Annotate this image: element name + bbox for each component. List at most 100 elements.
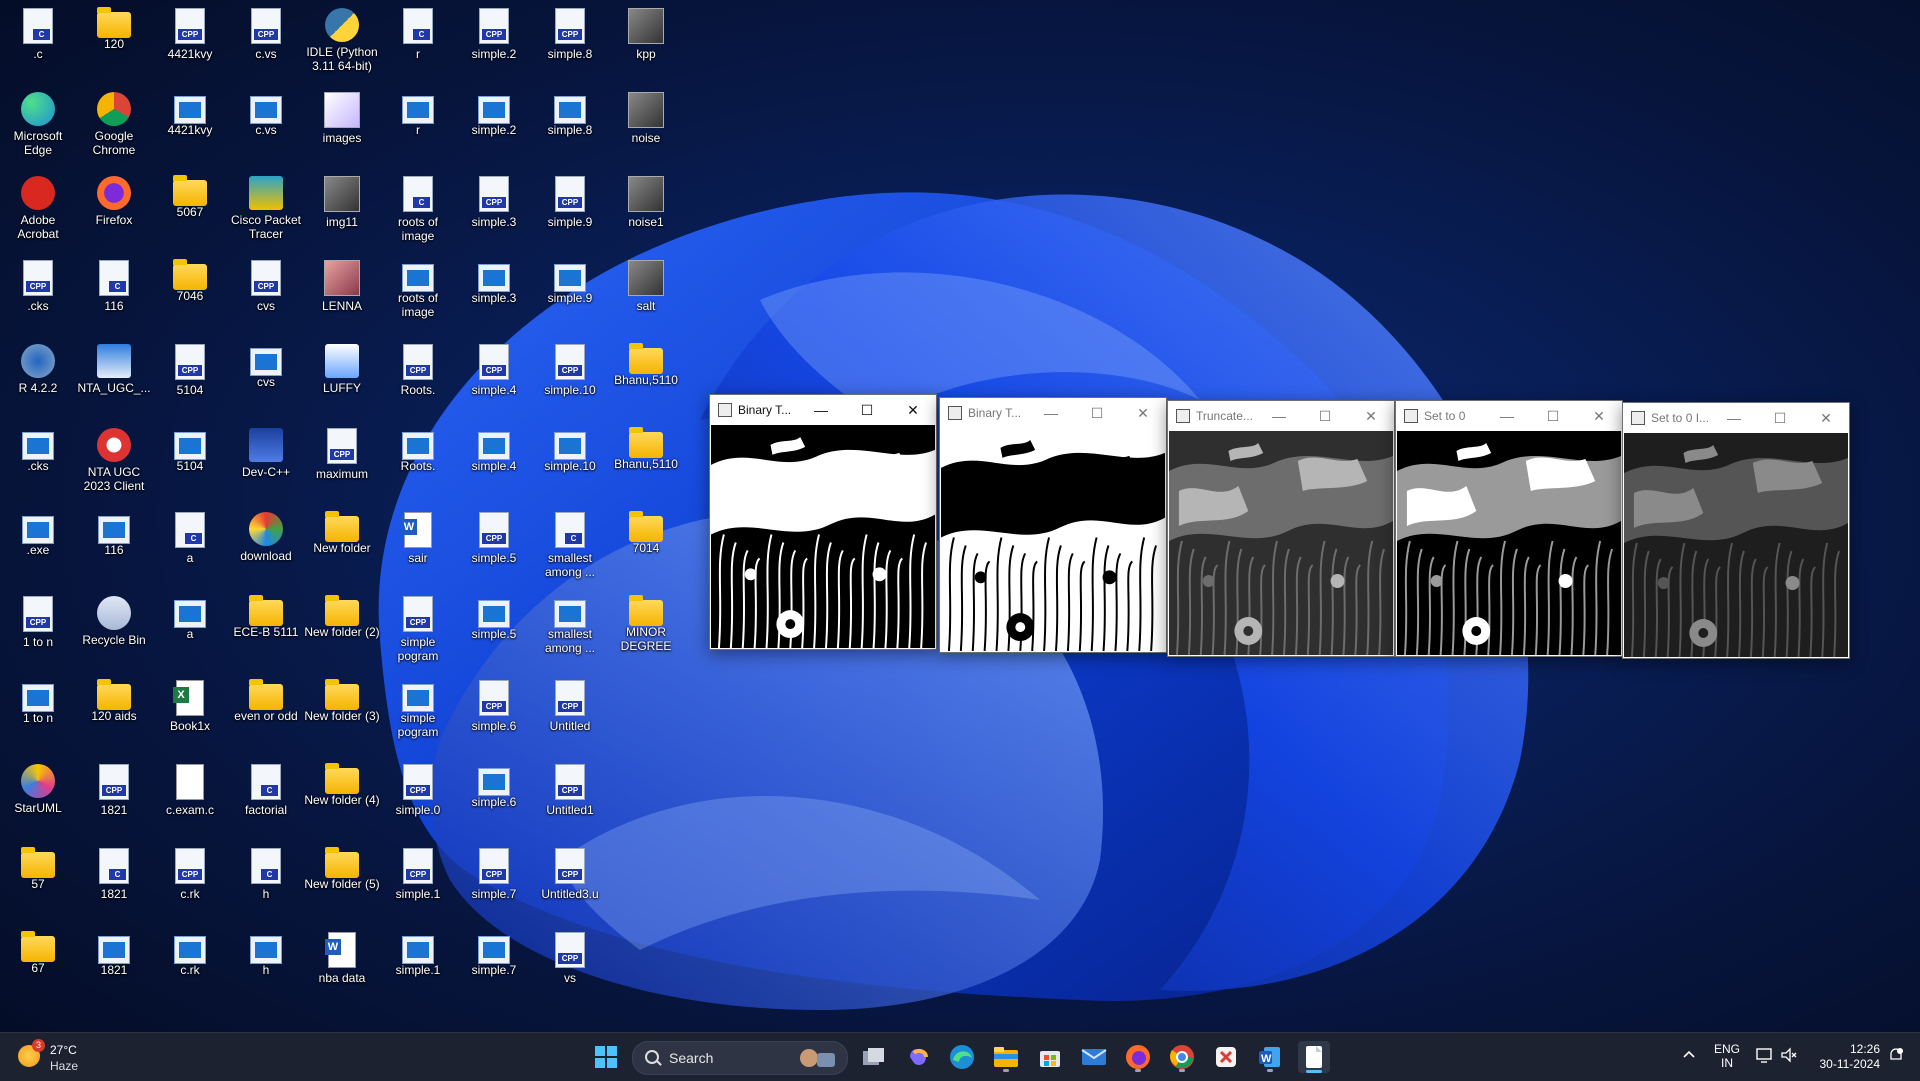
window-titlebar[interactable]: Binary T... — ☐ ✕ <box>710 395 936 425</box>
minimize-button[interactable]: — <box>1256 401 1302 431</box>
desktop-icon-folder[interactable]: Bhanu,5110 <box>608 424 684 508</box>
desktop-icon-exe[interactable]: Roots. <box>380 424 456 508</box>
desktop-icon-cpp[interactable]: vs <box>532 928 608 1012</box>
minimize-button[interactable]: — <box>798 395 844 425</box>
desktop-icon-exe[interactable]: simple.9 <box>532 256 608 340</box>
minimize-button[interactable]: — <box>1711 403 1757 433</box>
copilot-button[interactable] <box>902 1041 934 1073</box>
desktop-icon-cpp[interactable]: c.rk <box>152 844 228 928</box>
maximize-button[interactable]: ☐ <box>1074 398 1120 428</box>
minimize-button[interactable]: — <box>1028 398 1074 428</box>
desktop-icon-exe[interactable]: 1 to n <box>0 676 76 760</box>
start-button[interactable] <box>590 1041 622 1073</box>
maximize-button[interactable]: ☐ <box>1757 403 1803 433</box>
maximize-button[interactable]: ☐ <box>844 395 890 425</box>
minimize-button[interactable]: — <box>1484 401 1530 431</box>
desktop-icon-cpp[interactable]: Roots. <box>380 340 456 424</box>
desktop-icon-folder[interactable]: New folder <box>304 508 380 592</box>
desktop-icon-luffy[interactable]: LUFFY <box>304 340 380 424</box>
snipping-tool-button[interactable] <box>1210 1041 1242 1073</box>
desktop-icon-cpp[interactable]: simple.7 <box>456 844 532 928</box>
desktop-icon-chrome[interactable]: Google Chrome <box>76 88 152 172</box>
desktop-icon-exe[interactable]: 5104 <box>152 424 228 508</box>
desktop-icon-exe[interactable]: simple.4 <box>456 424 532 508</box>
desktop-icon-exe[interactable]: c.rk <box>152 928 228 1012</box>
desktop-icon-exe[interactable]: simple.6 <box>456 760 532 844</box>
desktop-icon-folder[interactable]: 7014 <box>608 508 684 592</box>
desktop-icon-acrobat[interactable]: Adobe Acrobat <box>0 172 76 256</box>
desktop-icon-firefox[interactable]: Firefox <box>76 172 152 256</box>
desktop-icon-cisco[interactable]: Cisco Packet Tracer <box>228 172 304 256</box>
firefox-taskbar-button[interactable] <box>1122 1041 1154 1073</box>
desktop-icon-cpp[interactable]: 4421kvy <box>152 4 228 88</box>
desktop-icon-folder[interactable]: New folder (4) <box>304 760 380 844</box>
file-explorer-button[interactable] <box>990 1041 1022 1073</box>
desktop-icon-cpp[interactable]: simple.5 <box>456 508 532 592</box>
desktop-icon-folder[interactable]: 57 <box>0 844 76 928</box>
desktop-icon-cpp[interactable]: simple.10 <box>532 340 608 424</box>
desktop-icon-cpp[interactable]: simple.9 <box>532 172 608 256</box>
desktop-icon-cpp[interactable]: Untitled3.u <box>532 844 608 928</box>
desktop-icon-cpp[interactable]: simple.0 <box>380 760 456 844</box>
desktop-icon-folder[interactable]: 120 <box>76 4 152 88</box>
desktop-icon-folder[interactable]: 7046 <box>152 256 228 340</box>
task-view-button[interactable] <box>858 1041 890 1073</box>
desktop-icon-cpp[interactable]: simple.1 <box>380 844 456 928</box>
network-icon[interactable] <box>1756 1047 1774 1066</box>
language-indicator[interactable]: ENG IN <box>1714 1042 1740 1070</box>
window-titlebar[interactable]: Truncate... — ☐ ✕ <box>1168 401 1394 431</box>
desktop-icon-cpp[interactable]: simple pogram <box>380 592 456 676</box>
desktop-icon-cpp[interactable]: simple.4 <box>456 340 532 424</box>
opencv-window[interactable]: Truncate... — ☐ ✕ <box>1167 400 1395 657</box>
desktop-icon-word[interactable]: nba data <box>304 928 380 1012</box>
desktop-icon-cpp[interactable]: simple.3 <box>456 172 532 256</box>
opencv-window[interactable]: Binary T... — ☐ ✕ <box>939 397 1167 653</box>
volume-muted-icon[interactable] <box>1780 1047 1798 1066</box>
desktop-icon-images[interactable]: images <box>304 88 380 172</box>
desktop-icon-exe[interactable]: roots of image <box>380 256 456 340</box>
desktop-icon-exe[interactable]: h <box>228 928 304 1012</box>
desktop-icon-cpp[interactable]: simple.2 <box>456 4 532 88</box>
desktop-icon-lenna[interactable]: LENNA <box>304 256 380 340</box>
desktop-icon-exe[interactable]: c.vs <box>228 88 304 172</box>
desktop-icon-c[interactable]: a <box>152 508 228 592</box>
close-button[interactable]: ✕ <box>1348 401 1394 431</box>
weather-widget[interactable]: 3 27°C Haze <box>16 1039 106 1075</box>
mail-button[interactable] <box>1078 1041 1110 1073</box>
window-titlebar[interactable]: Binary T... — ☐ ✕ <box>940 398 1166 428</box>
desktop-icon-folder[interactable]: New folder (2) <box>304 592 380 676</box>
desktop-icon-cpp[interactable]: simple.6 <box>456 676 532 760</box>
close-button[interactable]: ✕ <box>1576 401 1622 431</box>
desktop-icon-exe[interactable]: cvs <box>228 340 304 424</box>
desktop-icon-c[interactable]: h <box>228 844 304 928</box>
desktop-icon-img[interactable]: kpp <box>608 4 684 88</box>
desktop-icon-c[interactable]: 1821 <box>76 844 152 928</box>
show-hidden-icons-chevron-icon[interactable] <box>1682 1047 1696 1064</box>
desktop-icon-folder[interactable]: New folder (5) <box>304 844 380 928</box>
desktop-icon-cpp[interactable]: 1821 <box>76 760 152 844</box>
desktop-icon-devcpp[interactable]: Dev-C++ <box>228 424 304 508</box>
desktop-icon-exe[interactable]: 1821 <box>76 928 152 1012</box>
desktop-icon-exe[interactable]: .cks <box>0 424 76 508</box>
desktop-icon-c[interactable]: 116 <box>76 256 152 340</box>
desktop-icon-exe[interactable]: 116 <box>76 508 152 592</box>
desktop-icon-exe[interactable]: r <box>380 88 456 172</box>
desktop-icon-exe[interactable]: simple.10 <box>532 424 608 508</box>
desktop-icon-img[interactable]: noise1 <box>608 172 684 256</box>
desktop-icon-c[interactable]: .c <box>0 4 76 88</box>
desktop-icon-cpp[interactable]: cvs <box>228 256 304 340</box>
notification-bell-icon[interactable] <box>1888 1047 1904 1066</box>
opencv-window[interactable]: Binary T... — ☐ ✕ <box>709 394 937 650</box>
desktop-icon-r[interactable]: R 4.2.2 <box>0 340 76 424</box>
desktop-icon-folder[interactable]: 120 aids <box>76 676 152 760</box>
desktop-icon-img[interactable]: salt <box>608 256 684 340</box>
desktop-icon-exe[interactable]: 4421kvy <box>152 88 228 172</box>
desktop-icon-exe[interactable]: simple.7 <box>456 928 532 1012</box>
window-titlebar[interactable]: Set to 0 I... — ☐ ✕ <box>1623 403 1849 433</box>
window-titlebar[interactable]: Set to 0 — ☐ ✕ <box>1396 401 1622 431</box>
desktop-icon-recycle[interactable]: Recycle Bin <box>76 592 152 676</box>
desktop-icon-img[interactable]: noise <box>608 88 684 172</box>
desktop-icon-folder[interactable]: 5067 <box>152 172 228 256</box>
desktop-icon-doc[interactable]: c.exam.c <box>152 760 228 844</box>
desktop-icon-cpp[interactable]: simple.8 <box>532 4 608 88</box>
